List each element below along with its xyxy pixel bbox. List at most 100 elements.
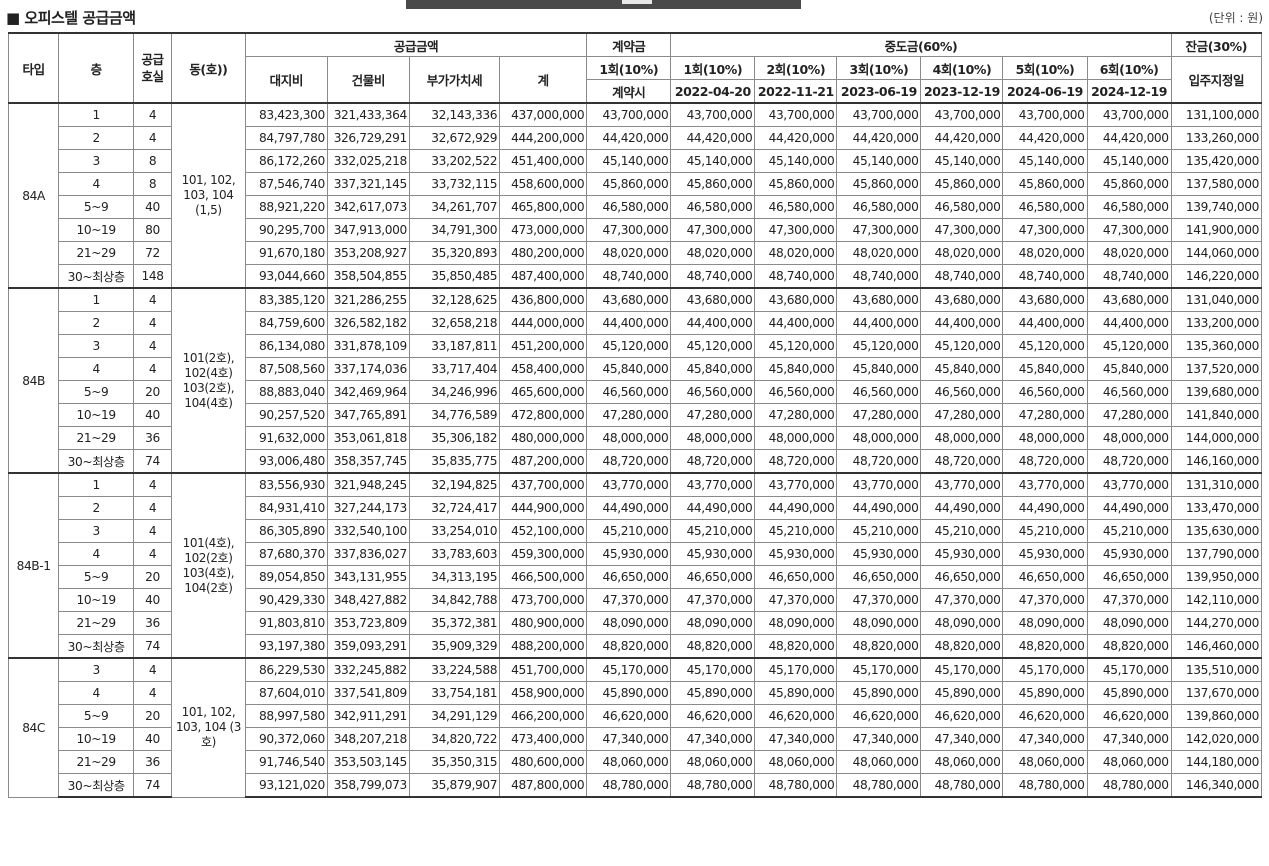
floor-cell: 10~19 <box>58 218 135 242</box>
middle-payment-cell: 46,580,000 <box>1086 195 1172 219</box>
balance-cell: 146,340,000 <box>1170 773 1263 798</box>
floor-cell: 3 <box>58 149 135 173</box>
land-cost-cell: 90,429,330 <box>244 588 328 612</box>
floor-cell: 1 <box>58 287 135 312</box>
middle-payment-cell: 46,580,000 <box>920 195 1004 219</box>
units-cell: 4 <box>133 542 172 566</box>
middle-payment-cell: 48,720,000 <box>1002 449 1088 474</box>
middle-payment-cell: 46,650,000 <box>836 565 922 589</box>
table-row: 84C 3 4 101, 102, 103, 104 (3호) 86,229,530 33… <box>7 657 1263 798</box>
middle-payment-cell: 45,140,000 <box>1002 149 1088 173</box>
middle-payment-cell: 48,060,000 <box>754 750 838 774</box>
deposit-cell: 44,420,000 <box>586 126 672 150</box>
units-cell: 4 <box>133 472 172 497</box>
deposit-cell: 48,020,000 <box>586 241 672 265</box>
building-cost-cell: 353,503,145 <box>326 750 410 774</box>
floor-cell: 5~9 <box>58 565 135 589</box>
total-cell: 480,000,000 <box>499 426 588 450</box>
middle-payment-cell: 45,170,000 <box>754 657 838 682</box>
header-deposit-when: 계약시 <box>586 79 672 104</box>
middle-payment-cell: 43,700,000 <box>670 102 756 127</box>
building-cost-cell: 337,174,036 <box>326 357 410 381</box>
balance-cell: 144,000,000 <box>1170 426 1263 450</box>
vat-cell: 34,820,722 <box>408 727 501 751</box>
deposit-cell: 43,680,000 <box>586 287 672 312</box>
middle-payment-cell: 46,620,000 <box>754 704 838 728</box>
balance-cell: 135,510,000 <box>1170 657 1263 682</box>
middle-payment-cell: 48,020,000 <box>670 241 756 265</box>
floor-cell: 10~19 <box>58 403 135 427</box>
middle-payment-cell: 48,000,000 <box>1002 426 1088 450</box>
middle-payment-cell: 43,700,000 <box>754 102 838 127</box>
floor-cell: 3 <box>58 334 135 358</box>
middle-payment-cell: 45,140,000 <box>836 149 922 173</box>
middle-payment-cell: 43,680,000 <box>670 287 756 312</box>
middle-payment-cell: 48,780,000 <box>754 773 838 798</box>
balance-cell: 146,220,000 <box>1170 264 1263 289</box>
deposit-cell: 45,930,000 <box>586 542 672 566</box>
total-cell: 458,600,000 <box>499 172 588 196</box>
middle-payment-cell: 48,820,000 <box>1002 634 1088 659</box>
middle-payment-cell: 47,340,000 <box>920 727 1004 751</box>
deposit-cell: 43,770,000 <box>586 472 672 497</box>
middle-payment-cell: 48,000,000 <box>1086 426 1172 450</box>
middle-payment-cell: 45,840,000 <box>1086 357 1172 381</box>
total-cell: 451,400,000 <box>499 149 588 173</box>
deposit-cell: 48,000,000 <box>586 426 672 450</box>
middle-payment-cell: 48,820,000 <box>920 634 1004 659</box>
total-cell: 480,900,000 <box>499 611 588 635</box>
middle-payment-cell: 48,720,000 <box>920 449 1004 474</box>
floor-cell: 30~최상층 <box>58 449 135 474</box>
floor-cell: 5~9 <box>58 380 135 404</box>
header-type: 타입 <box>7 32 60 104</box>
middle-payment-cell: 45,890,000 <box>1086 681 1172 705</box>
balance-cell: 131,310,000 <box>1170 472 1263 497</box>
middle-payment-cell: 48,000,000 <box>670 426 756 450</box>
balance-cell: 137,670,000 <box>1170 681 1263 705</box>
balance-cell: 139,740,000 <box>1170 195 1263 219</box>
middle-payment-cell: 44,400,000 <box>836 311 922 335</box>
building-cost-cell: 332,245,882 <box>326 657 410 682</box>
vat-cell: 34,776,589 <box>408 403 501 427</box>
middle-payment-cell: 47,300,000 <box>670 218 756 242</box>
building-cost-cell: 342,617,073 <box>326 195 410 219</box>
deposit-cell: 47,370,000 <box>586 588 672 612</box>
middle-payment-cell: 46,560,000 <box>754 380 838 404</box>
middle-payment-cell: 47,280,000 <box>754 403 838 427</box>
header-dong: 동(호)) <box>171 32 246 104</box>
land-cost-cell: 88,921,220 <box>244 195 328 219</box>
total-cell: 437,000,000 <box>499 102 588 127</box>
units-cell: 4 <box>133 102 172 127</box>
header-land: 대지비 <box>244 56 328 104</box>
floor-cell: 5~9 <box>58 704 135 728</box>
land-cost-cell: 86,229,530 <box>244 657 328 682</box>
middle-payment-cell: 48,090,000 <box>920 611 1004 635</box>
units-cell: 148 <box>133 264 172 289</box>
vat-cell: 35,835,775 <box>408 449 501 474</box>
units-cell: 4 <box>133 657 172 682</box>
units-cell: 40 <box>133 727 172 751</box>
land-cost-cell: 86,305,890 <box>244 519 328 543</box>
middle-payment-cell: 48,060,000 <box>670 750 756 774</box>
building-cost-cell: 327,244,173 <box>326 496 410 520</box>
floor-cell: 30~최상층 <box>58 773 135 798</box>
building-cost-cell: 332,025,218 <box>326 149 410 173</box>
building-cost-cell: 348,427,882 <box>326 588 410 612</box>
middle-payment-cell: 45,860,000 <box>1086 172 1172 196</box>
vat-cell: 33,717,404 <box>408 357 501 381</box>
balance-cell: 144,060,000 <box>1170 241 1263 265</box>
middle-payment-cell: 48,020,000 <box>754 241 838 265</box>
balance-cell: 131,100,000 <box>1170 102 1263 127</box>
balance-cell: 139,950,000 <box>1170 565 1263 589</box>
type-cell: 84A <box>7 102 60 289</box>
middle-payment-cell: 46,560,000 <box>920 380 1004 404</box>
middle-payment-cell: 43,680,000 <box>1086 287 1172 312</box>
building-cost-cell: 343,131,955 <box>326 565 410 589</box>
middle-payment-cell: 45,210,000 <box>836 519 922 543</box>
middle-payment-cell: 46,620,000 <box>1002 704 1088 728</box>
building-cost-cell: 331,878,109 <box>326 334 410 358</box>
middle-payment-cell: 47,280,000 <box>836 403 922 427</box>
balance-cell: 144,180,000 <box>1170 750 1263 774</box>
deposit-cell: 45,210,000 <box>586 519 672 543</box>
table-row: 84B-1 1 4 101(4호), 102(2호) 103(4호), 104(2호)… <box>7 472 1263 659</box>
